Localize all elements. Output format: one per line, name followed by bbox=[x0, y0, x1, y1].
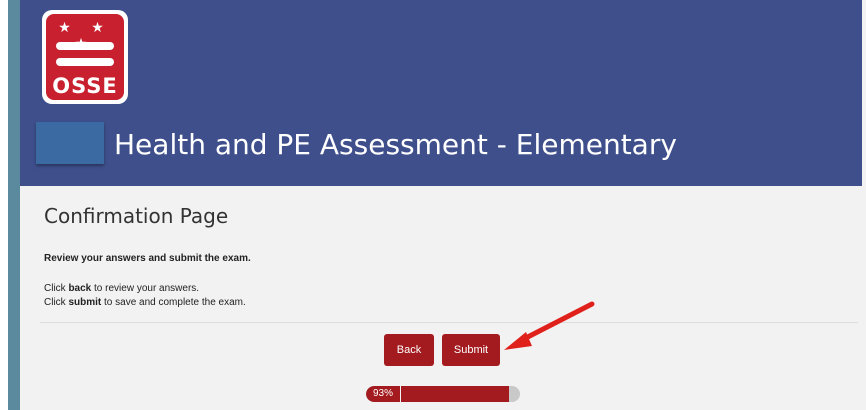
assessment-title: Health and PE Assessment - Elementary bbox=[114, 128, 677, 161]
submit-instruction-suffix: to save and complete the exam. bbox=[101, 297, 246, 308]
osse-logo-flag: ★ ★ ★ OSSE bbox=[46, 14, 124, 100]
osse-logo: ★ ★ ★ OSSE bbox=[42, 10, 128, 104]
confirmation-panel: Confirmation Page Review your answers an… bbox=[20, 186, 862, 410]
page-right-edge bbox=[862, 0, 866, 410]
back-instruction-suffix: to review your answers. bbox=[91, 283, 200, 294]
progress-label: 93% bbox=[366, 386, 401, 402]
back-instruction-prefix: Click bbox=[44, 283, 69, 294]
title-block-decoration bbox=[36, 122, 104, 164]
submit-keyword: submit bbox=[68, 297, 102, 308]
back-instruction: Click back to review your answers. bbox=[44, 283, 199, 294]
logo-text: OSSE bbox=[52, 74, 118, 98]
submit-button[interactable]: Submit bbox=[442, 334, 500, 366]
progress-bar: 93% bbox=[366, 386, 520, 402]
page-title: Confirmation Page bbox=[44, 204, 229, 228]
header: ★ ★ ★ OSSE Health and PE Assessment - El… bbox=[20, 0, 862, 186]
logo-stripe-top bbox=[56, 42, 114, 50]
back-keyword: back bbox=[68, 283, 92, 294]
submit-instruction: Click submit to save and complete the ex… bbox=[44, 297, 246, 308]
back-button[interactable]: Back bbox=[384, 334, 434, 366]
instruction-text: Review your answers and submit the exam. bbox=[44, 253, 251, 264]
logo-stripe-bottom bbox=[56, 58, 114, 66]
side-stripe bbox=[8, 0, 20, 410]
divider bbox=[40, 322, 858, 323]
red-arrow-annotation bbox=[504, 301, 595, 350]
page-left-margin bbox=[0, 0, 8, 410]
submit-instruction-prefix: Click bbox=[44, 297, 69, 308]
